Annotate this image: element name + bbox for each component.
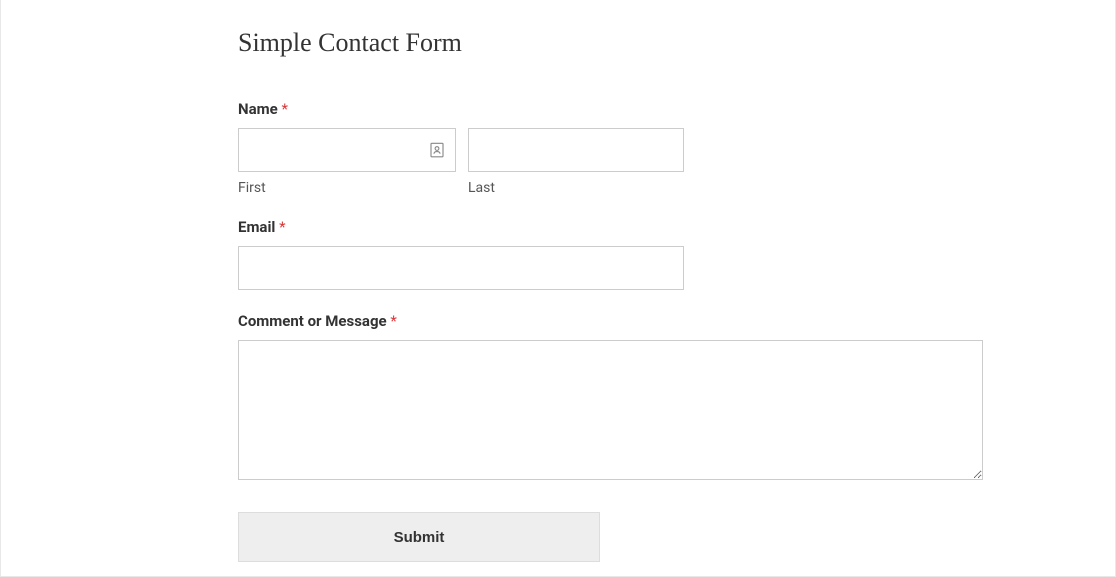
name-label: Name *	[238, 100, 983, 118]
name-label-text: Name	[238, 100, 278, 118]
email-input[interactable]	[238, 246, 684, 290]
message-label: Comment or Message *	[238, 312, 983, 330]
email-required-mark: *	[279, 218, 285, 236]
message-field-group: Comment or Message *	[238, 312, 983, 484]
message-required-mark: *	[390, 312, 396, 330]
message-textarea[interactable]	[238, 340, 983, 480]
first-name-sublabel: First	[238, 180, 456, 196]
email-label-text: Email	[238, 218, 275, 236]
last-name-sublabel: Last	[468, 180, 684, 196]
form-title: Simple Contact Form	[238, 28, 983, 58]
name-required-mark: *	[281, 100, 287, 118]
first-name-input[interactable]	[238, 128, 456, 172]
name-field-group: Name * First	[238, 100, 983, 196]
last-name-input[interactable]	[468, 128, 684, 172]
message-label-text: Comment or Message	[238, 312, 387, 330]
submit-button[interactable]: Submit	[238, 512, 600, 562]
email-field-group: Email *	[238, 218, 983, 290]
email-label: Email *	[238, 218, 983, 236]
